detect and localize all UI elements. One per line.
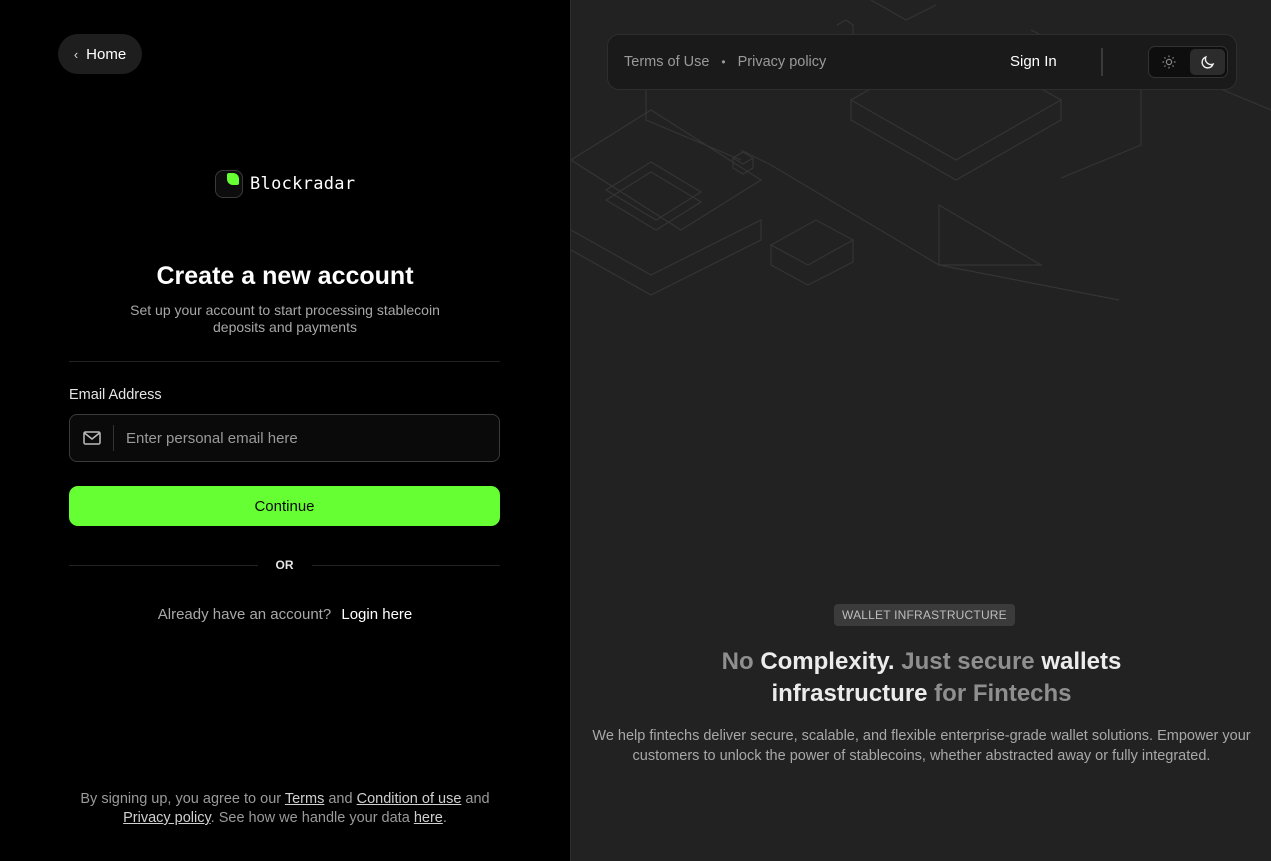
theme-toggle[interactable] <box>1148 46 1228 78</box>
headline-wallets: wallets <box>1041 648 1122 675</box>
headline-complexity: Complexity. <box>760 648 895 675</box>
home-button[interactable]: ‹ Home <box>58 34 142 74</box>
terms-link[interactable]: Terms <box>285 791 324 807</box>
light-theme-option[interactable] <box>1151 49 1186 75</box>
privacy-policy-nav-link[interactable]: Privacy policy <box>738 54 827 70</box>
footer-text-4: . See how we handle your data <box>210 810 414 826</box>
vertical-divider <box>1101 48 1103 76</box>
topbar-links: Terms of Use • Privacy policy <box>624 54 826 70</box>
or-separator: OR <box>69 558 500 572</box>
footer-text-5: . <box>442 810 447 826</box>
email-field[interactable] <box>69 414 500 462</box>
login-link[interactable]: Login here <box>341 606 412 623</box>
home-label: Home <box>86 45 127 63</box>
or-line-right <box>311 564 500 566</box>
dark-theme-option[interactable] <box>1190 49 1225 75</box>
condition-of-use-link[interactable]: Condition of use <box>357 791 462 807</box>
data-handling-link[interactable]: here <box>414 810 443 826</box>
login-prompt: Already have an account? <box>157 606 332 623</box>
headline-for-fintechs: for Fintechs <box>927 680 1072 707</box>
or-label: OR <box>275 558 294 572</box>
headline-just-secure: Just secure <box>894 648 1042 675</box>
footer-text-2: and <box>324 791 357 807</box>
chevron-left-icon: ‹ <box>73 46 79 62</box>
bullet-separator: • <box>721 55 726 69</box>
moon-icon <box>1200 55 1214 69</box>
privacy-policy-link[interactable]: Privacy policy <box>123 810 211 826</box>
signup-panel: ‹ Home Blockradar Create a new account S… <box>0 0 570 861</box>
continue-button[interactable]: Continue <box>69 486 500 526</box>
legal-footer: By signing up, you agree to our Terms an… <box>60 790 510 828</box>
brand-logo: Blockradar <box>215 170 355 198</box>
top-navigation: Terms of Use • Privacy policy Sign In <box>607 34 1237 90</box>
hero-description: We help fintechs deliver secure, scalabl… <box>592 728 1251 764</box>
footer-text-3: and <box>461 791 490 807</box>
page-title: Create a new account <box>156 262 414 290</box>
headline-infrastructure: infrastructure <box>771 680 928 707</box>
mail-icon <box>70 425 114 451</box>
brand-name: Blockradar <box>250 174 356 194</box>
sun-icon <box>1162 55 1175 69</box>
footer-text-1: By signing up, you agree to our <box>80 791 285 807</box>
email-label: Email Address <box>69 387 162 403</box>
terms-of-use-link[interactable]: Terms of Use <box>624 54 709 70</box>
sign-in-link[interactable]: Sign In <box>1010 53 1057 70</box>
category-badge: WALLET INFRASTRUCTURE <box>834 604 1015 626</box>
login-row: Already have an account? Login here <box>0 606 570 623</box>
logo-icon <box>215 170 243 198</box>
page-subtitle: Set up your account to start processing … <box>130 302 440 335</box>
marketing-panel: Terms of Use • Privacy policy Sign In WA… <box>570 0 1271 861</box>
or-line-left <box>69 564 258 566</box>
email-input[interactable] <box>114 415 499 461</box>
hero-headline: No Complexity. Just secure wallets infras… <box>571 646 1271 710</box>
headline-no: No <box>721 648 761 675</box>
divider <box>69 361 500 362</box>
